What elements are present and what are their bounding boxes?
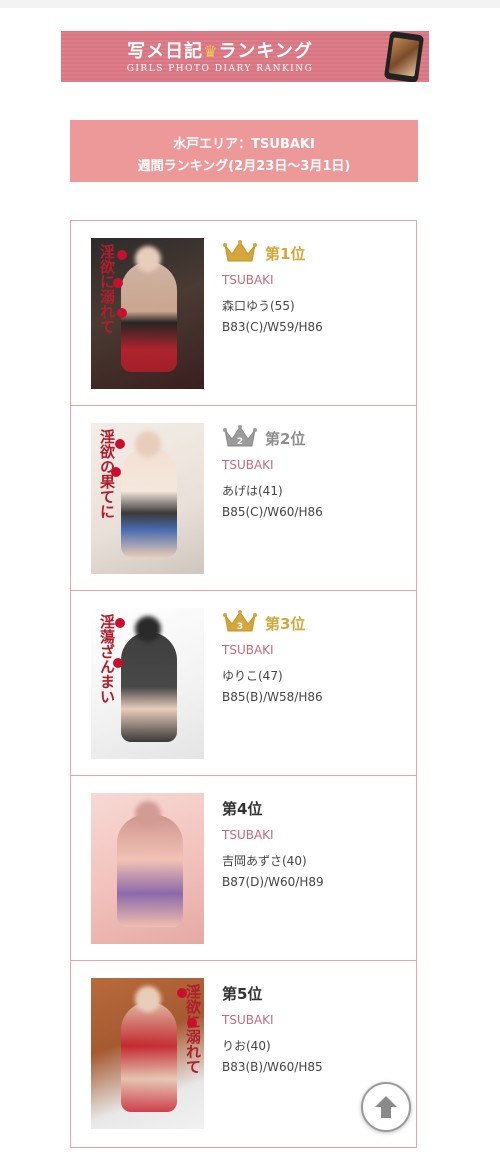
- ranking-card-1[interactable]: 淫欲に溺れて 第1位 TSUBAKI 森口ゆう(55) B83(C)/W59/H…: [71, 221, 416, 406]
- girl-photo[interactable]: 淫蕩ざんまい: [91, 608, 204, 759]
- arrow-up-icon: [375, 1096, 397, 1118]
- ranking-list: 淫欲に溺れて 第1位 TSUBAKI 森口ゆう(55) B83(C)/W59/H…: [70, 220, 417, 1148]
- svg-text:2: 2: [237, 437, 243, 447]
- blurred-face: [135, 246, 161, 272]
- banner-title: 写メ日記♛ランキング: [61, 37, 379, 63]
- body-size: B87(D)/W60/H89: [222, 875, 324, 889]
- girl-name[interactable]: あげは(41): [222, 482, 283, 499]
- rank-label: 第5位: [222, 985, 263, 1003]
- girl-photo[interactable]: 淫欲に溺れて: [91, 238, 204, 389]
- area-label: 水戸エリア：TSUBAKI: [173, 137, 315, 152]
- photo-title: 淫蕩ざんまい: [98, 614, 116, 704]
- banner-title-left: 写メ日記: [127, 41, 204, 62]
- blurred-face: [135, 801, 161, 827]
- banner-title-right: ランキング: [218, 41, 313, 62]
- shop-name: TSUBAKI: [222, 273, 274, 287]
- shop-name: TSUBAKI: [222, 643, 274, 657]
- page: 写メ日記♛ランキング GIRLS PHOTO DIARY RANKING 水戸エ…: [0, 8, 500, 1160]
- svg-text:3: 3: [237, 622, 243, 632]
- rank-label: 第4位: [222, 800, 263, 818]
- gold-crown-icon: [223, 239, 257, 265]
- rank-label: 第2位: [265, 430, 306, 448]
- girl-name[interactable]: 森口ゆう(55): [222, 297, 295, 314]
- girl-name[interactable]: ゆりこ(47): [222, 667, 283, 684]
- rank-label: 第3位: [265, 615, 306, 633]
- girl-photo[interactable]: 淫欲に溺れて: [91, 978, 204, 1129]
- shop-name: TSUBAKI: [222, 828, 274, 842]
- banner-subtitle: GIRLS PHOTO DIARY RANKING: [126, 64, 314, 74]
- girl-name[interactable]: 吉岡あずさ(40): [222, 852, 307, 869]
- ranking-heading: 水戸エリア：TSUBAKI 週間ランキング(2月23日〜3月1日): [70, 120, 418, 182]
- crown-icon: ♛: [203, 42, 219, 61]
- rank-label: 第1位: [265, 245, 306, 263]
- body-size: B85(C)/W60/H86: [222, 505, 323, 519]
- girl-photo[interactable]: 淫欲の果てに: [91, 423, 204, 574]
- blurred-face: [135, 431, 161, 457]
- ranking-card-4[interactable]: 第4位 TSUBAKI 吉岡あずさ(40) B87(D)/W60/H89: [71, 776, 416, 961]
- body-size: B83(C)/W59/H86: [222, 320, 323, 334]
- gold-crown-icon: 3: [223, 609, 257, 635]
- silver-crown-icon: 2: [223, 424, 257, 450]
- scroll-to-top-button[interactable]: [361, 1082, 411, 1132]
- girl-name[interactable]: りお(40): [222, 1037, 271, 1054]
- girl-photo[interactable]: [91, 793, 204, 944]
- body-size: B85(B)/W58/H86: [222, 690, 323, 704]
- period-label: 週間ランキング(2月23日〜3月1日): [137, 159, 351, 174]
- ranking-card-3[interactable]: 淫蕩ざんまい 3 第3位 TSUBAKI ゆりこ(47) B85(B)/W58/…: [71, 591, 416, 776]
- blurred-face: [135, 616, 161, 642]
- ranking-card-2[interactable]: 淫欲の果てに 2 第2位 TSUBAKI あげは(41) B85(C)/W60/…: [71, 406, 416, 591]
- photo-diary-ranking-banner[interactable]: 写メ日記♛ランキング GIRLS PHOTO DIARY RANKING: [61, 31, 429, 82]
- blurred-face: [135, 986, 161, 1012]
- body-size: B83(B)/W60/H85: [222, 1060, 323, 1074]
- photo-title: 淫欲に溺れて: [98, 244, 116, 334]
- shop-name: TSUBAKI: [222, 458, 274, 472]
- shop-name: TSUBAKI: [222, 1013, 274, 1027]
- phone-photo-icon: [383, 31, 425, 82]
